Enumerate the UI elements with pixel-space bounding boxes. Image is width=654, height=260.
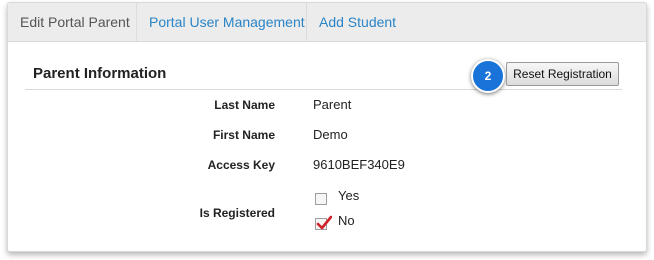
step-number-badge: 2 — [471, 59, 505, 93]
access-key-value: 9610BEF340E9 — [313, 157, 405, 172]
registered-no-label: No — [338, 213, 355, 228]
section-divider — [25, 89, 622, 90]
tab-bar: Edit Portal Parent Portal User Managemen… — [8, 3, 646, 42]
first-name-value: Demo — [313, 127, 348, 142]
last-name-value: Parent — [313, 97, 352, 112]
checkmark-icon — [316, 215, 332, 230]
registered-no-checkbox[interactable] — [315, 215, 332, 230]
registered-yes-checkbox[interactable] — [315, 193, 327, 205]
registered-yes-label: Yes — [338, 188, 360, 203]
last-name-label: Last Name — [214, 98, 275, 112]
first-name-label: First Name — [212, 128, 275, 142]
tab-edit-portal-parent[interactable]: Edit Portal Parent — [8, 3, 137, 41]
portal-parent-panel: Edit Portal Parent Portal User Managemen… — [7, 2, 647, 252]
tab-portal-user-management[interactable]: Portal User Management — [137, 3, 307, 41]
reset-registration-button[interactable]: Reset Registration — [506, 62, 619, 86]
is-registered-label: Is Registered — [199, 206, 275, 220]
tab-add-student[interactable]: Add Student — [307, 3, 407, 41]
section-title: Parent Information — [33, 65, 167, 82]
access-key-label: Access Key — [207, 158, 275, 172]
